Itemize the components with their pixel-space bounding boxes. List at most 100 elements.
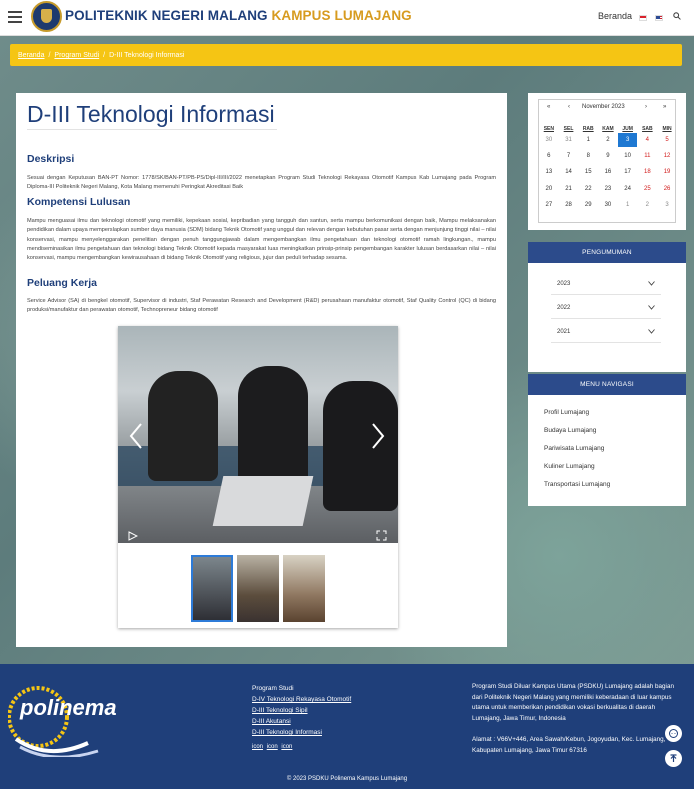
section-heading-peluang: Peluang Kerja — [27, 277, 98, 289]
calendar-day[interactable]: 12 — [657, 149, 677, 163]
english-flag-icon[interactable] — [655, 15, 663, 21]
calendar-day[interactable]: 3 — [657, 198, 677, 212]
calendar-header: « ‹ November 2023 › » — [539, 104, 677, 116]
calendar-weekday-kam: KAM — [602, 126, 614, 132]
calendar-day[interactable]: 23 — [598, 182, 618, 196]
calendar-day[interactable]: 17 — [618, 165, 638, 179]
calendar-widget: « ‹ November 2023 › » SEN SEL RAB KAM JUM SAB… — [528, 93, 686, 230]
calendar-next-month-button[interactable]: › — [645, 104, 647, 110]
chevron-down-icon — [648, 329, 655, 334]
calendar-day[interactable]: 22 — [578, 182, 598, 196]
breadcrumb-current: D-III Teknologi Informasi — [109, 52, 185, 59]
pengumuman-year-2022[interactable]: 2022 — [551, 298, 661, 319]
calendar-day[interactable]: 10 — [618, 149, 638, 163]
pengumuman-year-2021[interactable]: 2021 — [551, 322, 661, 343]
hamburger-menu-icon[interactable] — [8, 11, 22, 25]
calendar-day[interactable]: 16 — [598, 165, 618, 179]
calendar-day[interactable]: 4 — [638, 133, 658, 147]
gallery-next-icon[interactable] — [368, 421, 388, 451]
calendar-day[interactable]: 25 — [638, 182, 658, 196]
chevron-down-icon — [648, 281, 655, 286]
brand-name: POLITEKNIK NEGERI MALANG — [65, 8, 268, 23]
calendar-weekday-min: MIN — [662, 126, 672, 132]
gallery-main-photo[interactable] — [118, 326, 398, 543]
calendar-day[interactable]: 2 — [598, 133, 618, 147]
footer-address: Alamat : V66V+446, Area Sawah/Kebun, Jog… — [472, 736, 666, 754]
calendar-month-label[interactable]: November 2023 — [582, 104, 625, 110]
footer-link-akutansi[interactable]: D-III Akutansi — [252, 716, 351, 727]
calendar-day[interactable]: 8 — [578, 149, 598, 163]
gallery-thumbnail-3[interactable] — [283, 555, 325, 622]
calendar-day[interactable]: 1 — [578, 133, 598, 147]
footer-link-ti[interactable]: D-III Teknologi Informasi — [252, 727, 351, 738]
calendar-day[interactable]: 31 — [559, 133, 579, 147]
gallery-prev-icon[interactable] — [126, 421, 146, 451]
nav-link-budaya[interactable]: Budaya Lumajang — [544, 427, 596, 434]
calendar-day[interactable]: 21 — [559, 182, 579, 196]
indonesia-flag-icon[interactable] — [639, 15, 647, 21]
calendar-day[interactable]: 14 — [559, 165, 579, 179]
calendar-day[interactable]: 24 — [618, 182, 638, 196]
nav-home-link[interactable]: Beranda — [598, 11, 632, 21]
footer-program-heading: Program Studi — [252, 685, 294, 692]
calendar-day[interactable]: 26 — [657, 182, 677, 196]
footer-link-sipil[interactable]: D-III Teknologi Sipil — [252, 705, 351, 716]
main-content-card: D-III Teknologi Informasi Deskripsi Sesu… — [16, 93, 507, 647]
calendar-day[interactable]: 13 — [539, 165, 559, 179]
play-icon[interactable] — [128, 531, 138, 541]
social-icon[interactable]: icon — [281, 744, 292, 750]
footer-logo-text: polinema — [19, 695, 117, 720]
calendar-day[interactable]: 3 — [617, 133, 638, 147]
arrow-up-icon — [670, 754, 677, 762]
polinema-seal-logo[interactable] — [31, 1, 62, 32]
section-text-deskripsi: Sesuai dengan Keputusan BAN-PT Nomor: 17… — [27, 175, 496, 191]
gallery-thumbnail-2[interactable] — [237, 555, 279, 622]
nav-link-profil[interactable]: Profil Lumajang — [544, 409, 589, 416]
nav-link-kuliner[interactable]: Kuliner Lumajang — [544, 463, 595, 470]
footer-about-text: Program Studi Diluar Kampus Utama (PSDKU… — [472, 683, 674, 722]
calendar-next-year-button[interactable]: » — [663, 104, 666, 110]
menu-navigasi-title: MENU NAVIGASI — [528, 374, 686, 395]
calendar-day[interactable]: 30 — [598, 198, 618, 212]
breadcrumb-home[interactable]: Beranda — [18, 52, 44, 59]
calendar-day[interactable]: 19 — [657, 165, 677, 179]
calendar-weekday-sab: SAB — [642, 126, 653, 132]
pengumuman-title: PENGUMUMAN — [528, 242, 686, 263]
pengumuman-year-2023[interactable]: 2023 — [551, 274, 661, 295]
calendar-day[interactable]: 27 — [539, 198, 559, 212]
nav-link-pariwisata[interactable]: Pariwisata Lumajang — [544, 445, 604, 452]
calendar-day[interactable]: 5 — [657, 133, 677, 147]
fullscreen-icon[interactable] — [376, 530, 387, 541]
calendar-day[interactable]: 1 — [618, 198, 638, 212]
page-title: D-III Teknologi Informasi — [27, 101, 275, 127]
calendar-day[interactable]: 15 — [578, 165, 598, 179]
calendar-prev-year-button[interactable]: « — [547, 104, 550, 110]
calendar-prev-month-button[interactable]: ‹ — [568, 104, 570, 110]
calendar-day[interactable]: 30 — [539, 133, 559, 147]
site-brand[interactable]: POLITEKNIK NEGERI MALANG KAMPUS LUMAJANG — [65, 8, 412, 23]
social-icon[interactable]: icon — [267, 744, 278, 750]
breadcrumb-program-studi[interactable]: Program Studi — [54, 52, 99, 59]
polinema-footer-logo[interactable]: polinema — [8, 681, 143, 757]
nav-link-transportasi[interactable]: Transportasi Lumajang — [544, 481, 610, 488]
chat-button[interactable] — [665, 725, 682, 742]
calendar-day[interactable]: 6 — [539, 149, 559, 163]
calendar-day[interactable]: 20 — [539, 182, 559, 196]
calendar-day[interactable]: 11 — [638, 149, 658, 163]
calendar-day[interactable]: 7 — [559, 149, 579, 163]
top-navbar: POLITEKNIK NEGERI MALANG KAMPUS LUMAJANG… — [0, 0, 694, 36]
section-heading-kompetensi: Kompetensi Lulusan — [27, 196, 131, 208]
search-icon[interactable] — [673, 12, 681, 20]
calendar-day[interactable]: 29 — [578, 198, 598, 212]
calendar-day[interactable]: 18 — [638, 165, 658, 179]
footer-link-otomotif[interactable]: D-IV Teknologi Rekayasa Otomotif — [252, 694, 351, 705]
gallery-thumbnail-1[interactable] — [191, 555, 233, 622]
back-to-top-button[interactable] — [665, 750, 682, 767]
footer: polinema Program Studi D-IV Teknologi Re… — [0, 664, 694, 789]
brand-campus: KAMPUS LUMAJANG — [271, 8, 412, 23]
social-icon[interactable]: icon — [252, 744, 263, 750]
calendar-day[interactable]: 28 — [559, 198, 579, 212]
calendar-day[interactable]: 9 — [598, 149, 618, 163]
pengumuman-widget: PENGUMUMAN 2023 2022 2021 — [528, 242, 686, 372]
calendar-day[interactable]: 2 — [638, 198, 658, 212]
